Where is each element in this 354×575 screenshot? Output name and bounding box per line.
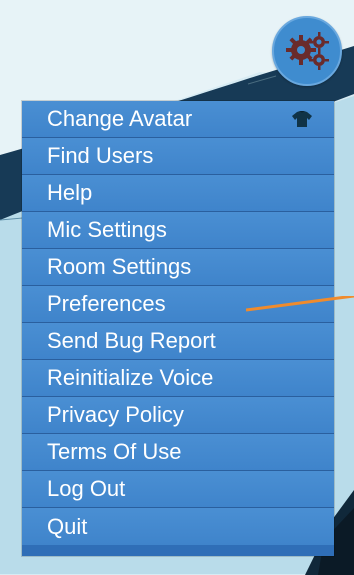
menu-item-send-bug-report[interactable]: Send Bug Report — [22, 323, 334, 360]
settings-gear-button[interactable] — [272, 16, 342, 86]
menu-item-reinitialize-voice[interactable]: Reinitialize Voice — [22, 360, 334, 397]
settings-menu: Change Avatar Find Users Help Mic Settin… — [22, 101, 334, 556]
menu-item-label: Preferences — [47, 291, 166, 316]
menu-item-label: Quit — [47, 513, 88, 539]
menu-item-label: Mic Settings — [47, 217, 167, 242]
menu-item-log-out[interactable]: Log Out — [22, 471, 334, 508]
menu-item-terms-of-use[interactable]: Terms Of Use — [22, 434, 334, 471]
menu-item-label: Terms Of Use — [47, 439, 182, 464]
menu-item-label: Reinitialize Voice — [47, 365, 214, 390]
menu-item-label: Log Out — [47, 476, 126, 501]
tshirt-icon — [292, 111, 312, 127]
menu-item-label: Room Settings — [47, 254, 192, 279]
menu-item-label: Find Users — [47, 143, 154, 168]
menu-item-help[interactable]: Help — [22, 175, 334, 212]
menu-item-label: Help — [47, 180, 93, 205]
menu-item-label: Send Bug Report — [47, 328, 216, 353]
menu-item-quit[interactable]: Quit — [22, 508, 334, 545]
menu-item-room-settings[interactable]: Room Settings — [22, 249, 334, 286]
gears-icon — [286, 32, 329, 70]
menu-item-change-avatar[interactable]: Change Avatar — [22, 101, 334, 138]
app-scene: Change Avatar Find Users Help Mic Settin… — [0, 0, 354, 575]
menu-item-label: Change Avatar — [47, 106, 193, 131]
accent-line — [246, 296, 354, 312]
menu-item-label: Privacy Policy — [47, 402, 184, 427]
menu-item-privacy-policy[interactable]: Privacy Policy — [22, 397, 334, 434]
menu-item-mic-settings[interactable]: Mic Settings — [22, 212, 334, 249]
menu-item-find-users[interactable]: Find Users — [22, 138, 334, 175]
